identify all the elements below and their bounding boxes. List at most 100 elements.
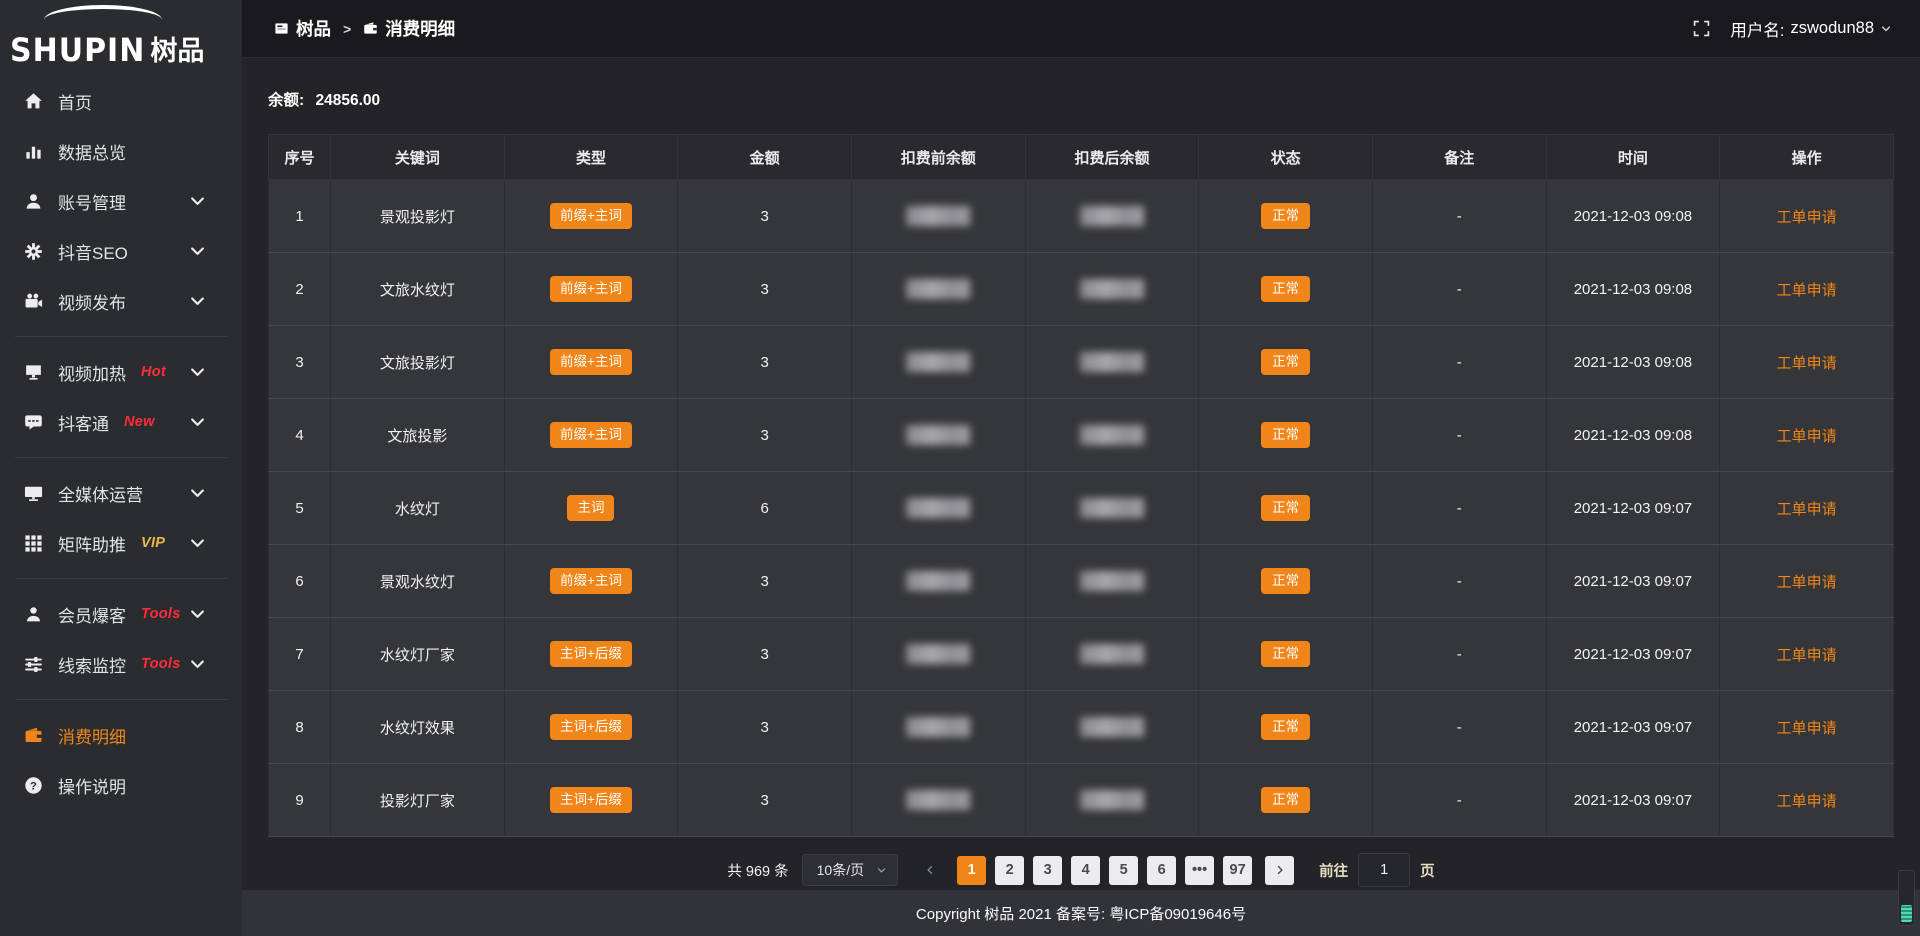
page-button-3[interactable]: 3 <box>1033 856 1062 885</box>
sidebar-item-video-heat[interactable]: 视频加热Hot <box>0 347 242 397</box>
cell-time: 2021-12-03 09:08 <box>1546 180 1720 253</box>
board-icon <box>274 21 289 36</box>
masked-balance-after <box>1080 644 1144 664</box>
cell-time: 2021-12-03 09:07 <box>1546 545 1720 618</box>
chevron-down-icon <box>188 655 207 674</box>
sidebar-item-label: 账号管理 <box>58 189 126 214</box>
work-order-link[interactable]: 工单申请 <box>1777 720 1837 737</box>
scrollbar[interactable] <box>1898 870 1915 926</box>
cell-status: 正常 <box>1199 180 1373 253</box>
scrollbar-thumb[interactable] <box>1901 905 1912 922</box>
sidebar-item-data-overview[interactable]: 数据总览 <box>0 126 242 176</box>
cell-remark: - <box>1372 326 1546 399</box>
page-button-5[interactable]: 5 <box>1109 856 1138 885</box>
work-order-link[interactable]: 工单申请 <box>1777 428 1837 445</box>
app-logo[interactable]: SHUPIN 树品 <box>0 0 242 76</box>
cell-action: 工单申请 <box>1720 472 1894 545</box>
prev-page-button[interactable] <box>915 856 944 885</box>
sidebar-item-badge: VIP <box>141 535 165 551</box>
work-order-link[interactable]: 工单申请 <box>1777 355 1837 372</box>
page-size-select[interactable]: 10条/页 <box>802 854 898 886</box>
sidebar-item-media-operation[interactable]: 全媒体运营 <box>0 468 242 518</box>
cell-balance-after <box>1025 691 1199 764</box>
sidebar-item-operation-guide[interactable]: ?操作说明 <box>0 760 242 810</box>
sidebar-item-label: 线索监控 <box>58 652 126 677</box>
cell-index: 8 <box>269 691 331 764</box>
cell-balance-before <box>851 545 1025 618</box>
page-size-value: 10条/页 <box>817 860 864 880</box>
masked-balance-after <box>1080 206 1144 226</box>
cell-keyword: 水纹灯厂家 <box>331 618 505 691</box>
cell-action: 工单申请 <box>1720 764 1894 837</box>
cell-amount: 3 <box>678 399 852 472</box>
page-button-2[interactable]: 2 <box>995 856 1024 885</box>
sidebar-item-consume-detail[interactable]: 消费明细 <box>0 710 242 760</box>
work-order-link[interactable]: 工单申请 <box>1777 501 1837 518</box>
sidebar-item-label: 视频加热 <box>58 360 126 385</box>
cell-index: 9 <box>269 764 331 837</box>
member-icon <box>24 605 43 624</box>
cell-amount: 3 <box>678 618 852 691</box>
cell-time: 2021-12-03 09:07 <box>1546 618 1720 691</box>
cell-index: 2 <box>269 253 331 326</box>
cell-balance-after <box>1025 180 1199 253</box>
breadcrumb-item[interactable]: 树品 <box>274 16 331 41</box>
sidebar-item-label: 抖音SEO <box>58 239 128 264</box>
page-button-6[interactable]: 6 <box>1147 856 1176 885</box>
cell-balance-after <box>1025 253 1199 326</box>
sidebar-item-douketong[interactable]: 抖客通New <box>0 397 242 447</box>
work-order-link[interactable]: 工单申请 <box>1777 209 1837 226</box>
cell-type: 前缀+主词 <box>504 545 678 618</box>
fullscreen-icon[interactable] <box>1693 20 1710 37</box>
cell-balance-before <box>851 180 1025 253</box>
table-row: 4文旅投影前缀+主词3正常-2021-12-03 09:08工单申请 <box>269 399 1894 472</box>
sidebar-item-badge: New <box>124 414 155 430</box>
cell-index: 6 <box>269 545 331 618</box>
breadcrumb-item[interactable]: 消费明细 <box>363 16 455 41</box>
sidebar-item-account-manage[interactable]: 账号管理 <box>0 176 242 226</box>
sidebar-item-home[interactable]: 首页 <box>0 76 242 126</box>
status-badge: 正常 <box>1261 787 1310 813</box>
masked-balance-before <box>906 717 970 737</box>
page-ellipsis-button[interactable]: ••• <box>1185 856 1214 885</box>
status-badge: 正常 <box>1261 641 1310 667</box>
status-badge: 正常 <box>1261 276 1310 302</box>
work-order-link[interactable]: 工单申请 <box>1777 574 1837 591</box>
user-menu[interactable]: 用户名: zswodun88 <box>1730 17 1892 41</box>
work-order-link[interactable]: 工单申请 <box>1777 647 1837 664</box>
sidebar: SHUPIN 树品 首页数据总览账号管理抖音SEO 视频发布视频加热Hot抖客通N… <box>0 0 242 936</box>
sidebar-item-video-publish[interactable]: 视频发布 <box>0 276 242 326</box>
column-header: 状态 <box>1199 135 1373 180</box>
sidebar-item-matrix-boost[interactable]: 矩阵助推VIP <box>0 518 242 568</box>
cell-type: 主词+后缀 <box>504 764 678 837</box>
goto-page-input[interactable] <box>1358 853 1410 887</box>
work-order-link[interactable]: 工单申请 <box>1777 282 1837 299</box>
masked-balance-after <box>1080 571 1144 591</box>
cell-keyword: 景观投影灯 <box>331 180 505 253</box>
work-order-link[interactable]: 工单申请 <box>1777 793 1837 810</box>
sidebar-item-douyin-seo[interactable]: 抖音SEO <box>0 226 242 276</box>
column-header: 类型 <box>504 135 678 180</box>
username-label: 用户名: <box>1730 17 1784 41</box>
type-badge: 前缀+主词 <box>550 349 632 375</box>
cell-index: 1 <box>269 180 331 253</box>
page-button-1[interactable]: 1 <box>957 856 986 885</box>
cell-balance-after <box>1025 764 1199 837</box>
monitor-icon <box>24 484 43 503</box>
cell-keyword: 文旅投影灯 <box>331 326 505 399</box>
page-button-4[interactable]: 4 <box>1071 856 1100 885</box>
page-button-97[interactable]: 97 <box>1223 856 1252 885</box>
column-header: 金额 <box>678 135 852 180</box>
home-icon <box>24 92 43 111</box>
next-page-button[interactable] <box>1265 856 1294 885</box>
status-badge: 正常 <box>1261 203 1310 229</box>
sidebar-item-member-baoke[interactable]: 会员爆客Tools <box>0 589 242 639</box>
table-row: 1景观投影灯前缀+主词3正常-2021-12-03 09:08工单申请 <box>269 180 1894 253</box>
sidebar-item-lead-monitor[interactable]: 线索监控Tools <box>0 639 242 689</box>
masked-balance-after <box>1080 352 1144 372</box>
sliders-icon <box>24 655 43 674</box>
menu-divider <box>15 336 227 337</box>
video-camera-icon <box>24 292 43 311</box>
status-badge: 正常 <box>1261 714 1310 740</box>
cell-index: 5 <box>269 472 331 545</box>
